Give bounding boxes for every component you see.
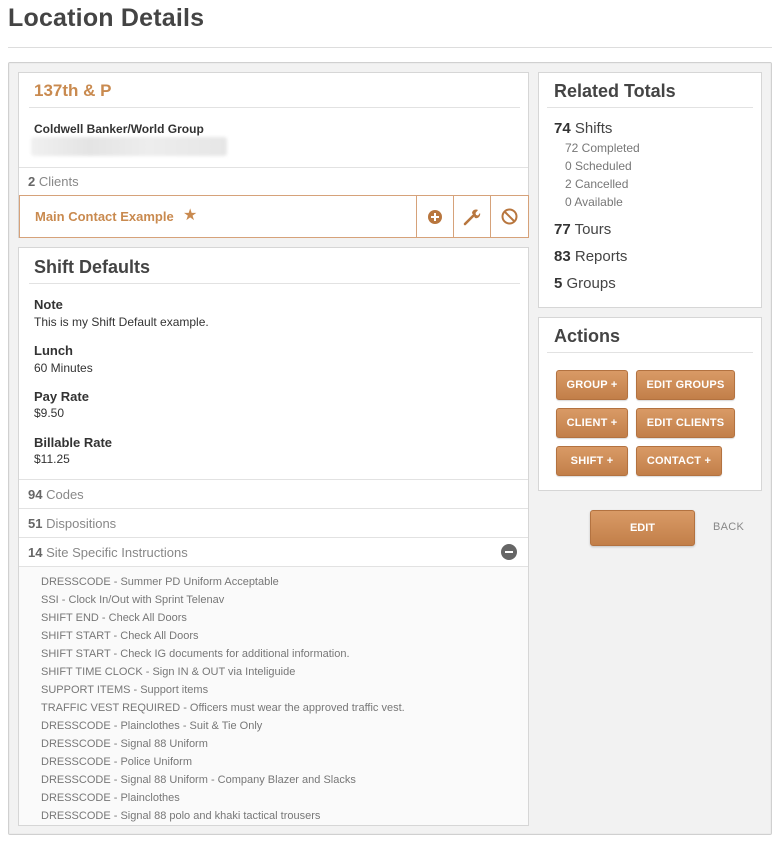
reports-count: 83 (554, 248, 571, 265)
shift-defaults-title: Shift Defaults (34, 257, 151, 277)
instruction-item: DRESSCODE - Police Uniform (41, 756, 192, 768)
instruction-item: SHIFT START - Check IG documents for add… (41, 648, 350, 660)
billable-rate-label: Billable Rate (34, 435, 113, 450)
actions-title: Actions (554, 326, 621, 346)
instructions-label: Site Specific Instructions (46, 545, 188, 560)
main-contact-row: Main Contact Example ★ (19, 195, 529, 238)
instruction-item: SHIFT TIME CLOCK - Sign IN & OUT via Int… (41, 666, 296, 678)
instruction-item: DRESSCODE - Signal 88 Uniform - Company … (41, 774, 356, 786)
remove-contact-button[interactable] (490, 196, 527, 237)
page-title: Location Details (8, 4, 205, 32)
lunch-label: Lunch (34, 343, 73, 358)
instructions-list: DRESSCODE - Summer PD Uniform Acceptable… (41, 573, 405, 825)
pay-rate-value: $9.50 (34, 406, 65, 420)
redacted-address (31, 137, 227, 156)
instruction-item: DRESSCODE - Summer PD Uniform Acceptable (41, 576, 279, 588)
divider (29, 283, 520, 284)
add-client-button[interactable]: CLIENT + (556, 408, 628, 438)
shifts-total[interactable]: 74 Shifts (554, 120, 612, 137)
instructions-count: 14 (28, 545, 43, 560)
related-totals-title: Related Totals (554, 81, 676, 101)
instruction-item: TRAFFIC VEST REQUIRED - Officers must we… (41, 702, 405, 714)
location-name: 137th & P (34, 81, 112, 100)
dispositions-label: Dispositions (46, 516, 117, 531)
codes-count: 94 (28, 487, 43, 502)
edit-groups-button[interactable]: EDIT GROUPS (636, 370, 735, 400)
add-shift-button[interactable]: SHIFT + (556, 446, 628, 476)
star-icon: ★ (183, 207, 198, 224)
instructions-list-area: DRESSCODE - Summer PD Uniform Acceptable… (19, 566, 528, 825)
tours-count: 77 (554, 221, 571, 238)
instruction-item: DRESSCODE - Signal 88 Uniform (41, 738, 208, 750)
plus-circle-icon (428, 209, 442, 224)
minus-circle-icon[interactable] (501, 544, 517, 560)
edit-clients-button[interactable]: EDIT CLIENTS (636, 408, 735, 438)
back-link[interactable]: BACK (713, 521, 744, 533)
instruction-item: DRESSCODE - Signal 88 polo and khaki tac… (41, 810, 321, 822)
pay-rate-label: Pay Rate (34, 389, 89, 404)
clients-label: Clients (38, 174, 79, 189)
add-contact-action-button[interactable]: CONTACT + (636, 446, 722, 476)
company-name: Coldwell Banker/World Group (34, 122, 204, 136)
instructions-row[interactable]: 14 Site Specific Instructions (19, 537, 528, 566)
codes-label: Codes (46, 487, 84, 502)
title-divider (8, 47, 772, 48)
edit-button[interactable]: EDIT (590, 510, 695, 546)
reports-label: Reports (574, 248, 628, 265)
lunch-value: 60 Minutes (34, 361, 93, 375)
instruction-item: DRESSCODE - Plainclothes - Suit & Tie On… (41, 720, 263, 732)
block-icon (501, 208, 517, 225)
main-contact-name[interactable]: Main Contact Example (35, 209, 174, 224)
available-count: 0 Available (565, 195, 623, 209)
divider (547, 352, 753, 353)
cancelled-count: 2 Cancelled (565, 177, 629, 191)
reports-total[interactable]: 83 Reports (554, 248, 627, 265)
groups-count: 5 (554, 275, 563, 292)
billable-rate-value: $11.25 (34, 452, 70, 466)
shifts-count: 74 (554, 120, 571, 137)
edit-contact-button[interactable] (453, 196, 490, 237)
add-contact-button[interactable] (416, 196, 453, 237)
instruction-item: SUPPORT ITEMS - Support items (41, 684, 209, 696)
groups-total[interactable]: 5 Groups (554, 275, 616, 292)
tours-label: Tours (574, 221, 612, 238)
divider (29, 107, 520, 108)
note-value: This is my Shift Default example. (34, 315, 209, 329)
instruction-item: SHIFT START - Check All Doors (41, 630, 199, 642)
divider (547, 107, 753, 108)
wrench-icon (463, 208, 481, 225)
codes-row[interactable]: 94 Codes (19, 479, 528, 508)
location-panel: 137th & P Coldwell Banker/World Group 2 … (18, 72, 529, 238)
instruction-item: SSI - Clock In/Out with Sprint Telenav (41, 594, 225, 606)
dispositions-row[interactable]: 51 Dispositions (19, 508, 528, 537)
actions-panel: Actions GROUP + EDIT GROUPS CLIENT + EDI… (538, 317, 762, 491)
add-group-button[interactable]: GROUP + (556, 370, 628, 400)
groups-label: Groups (566, 275, 616, 292)
completed-count: 72 Completed (565, 141, 640, 155)
divider (19, 167, 528, 168)
note-label: Note (34, 297, 63, 312)
instruction-item: DRESSCODE - Plainclothes (41, 792, 180, 804)
tours-total[interactable]: 77 Tours (554, 221, 611, 238)
dispositions-count: 51 (28, 516, 43, 531)
related-totals-panel: Related Totals 74 Shifts 72 Completed 0 … (538, 72, 762, 308)
instruction-item: SHIFT END - Check All Doors (41, 612, 187, 624)
shift-defaults-panel: Shift Defaults Note This is my Shift Def… (18, 247, 529, 826)
clients-link[interactable]: 2 Clients (28, 174, 79, 189)
shifts-label: Shifts (574, 120, 613, 137)
clients-count: 2 (28, 174, 36, 189)
scheduled-count: 0 Scheduled (565, 159, 632, 173)
